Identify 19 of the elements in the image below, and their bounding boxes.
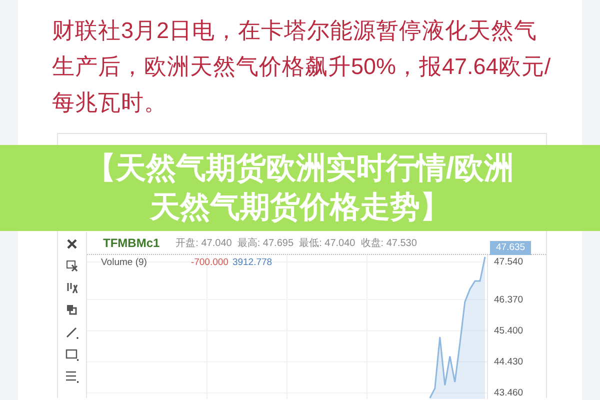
cursor-icon[interactable] [65,259,79,273]
rectangle-icon[interactable] [65,347,79,361]
axis-tick-label: 47.540 [494,256,524,268]
volume-low-value: -700.000 [190,256,228,270]
line-tool-icon[interactable] [65,325,79,339]
close-icon[interactable] [65,237,79,251]
volume-high-value: 3912.778 [232,256,272,270]
last-price-tag: 47.635 [490,241,532,256]
lines-icon[interactable] [65,369,79,383]
article-text: 财联社3月2日电，在卡塔尔能源暂停液化天然气生产后，欧洲天然气价格飙升50%，报47.64欧元/每兆瓦时。 [51,17,552,117]
axis-tick-label: 44.430 [494,356,524,368]
axis-tick-label: 45.400 [494,325,524,336]
layers-icon[interactable] [65,303,79,317]
axis-tick-label: 46.370 [494,294,524,306]
ohlc-readout: 开盘: 47.040 最高: 47.695 最低: 47.040 收盘: 47.530 [176,236,417,250]
symbol-label: TFMBMc1 [103,235,160,252]
volume-label: Volume (9) [101,256,147,270]
axis-tick-label: 43.460 [494,387,524,398]
banner-title: 【天然气期货欧洲实时行情/欧洲天然气期货价格走势】 [84,151,516,226]
